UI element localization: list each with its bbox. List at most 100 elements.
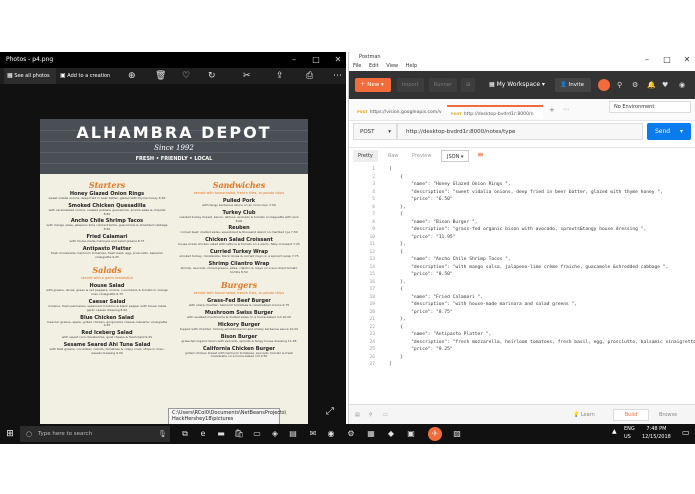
zoom-icon[interactable]: ⊕ — [128, 70, 136, 82]
3d-viewer-icon[interactable]: ◆ — [384, 427, 398, 441]
import-button[interactable]: Import — [397, 78, 424, 92]
share-icon[interactable]: ⇪ — [276, 70, 284, 82]
menu-item: Caesar Salad romaine, fresh parmesan, sea… — [46, 299, 168, 313]
menu-help[interactable]: Help — [406, 63, 417, 69]
menu-item-description: sweet vidalia onions, deep fried in beer… — [48, 196, 166, 200]
chrome-icon[interactable]: ◉ — [324, 427, 338, 441]
line-number: 11 — [369, 242, 375, 247]
code-line: "description": "with mango salsa, jalape… — [389, 264, 669, 270]
settings-icon[interactable]: ⚙ — [344, 427, 358, 441]
heart-icon[interactable]: ♥ — [662, 78, 668, 92]
sidebar-toggle-icon[interactable]: ▤ — [355, 410, 360, 420]
windows-start-icon[interactable]: ⊞ — [2, 426, 18, 442]
method-select[interactable]: POST ▾ — [353, 123, 397, 140]
restaurant-name: ALHAMBRA DEPOT — [76, 123, 272, 142]
code-line: "description": "sweet vidalia onions, de… — [389, 189, 663, 195]
favorite-icon[interactable]: ♡ — [182, 70, 190, 82]
code-line: "price": "8.75" — [389, 309, 453, 315]
fullscreen-icon[interactable]: ⤢ — [326, 406, 334, 417]
workspace-selector[interactable]: ▦ My Workspace ▾ — [489, 78, 545, 92]
close-icon[interactable]: ✕ — [330, 52, 346, 68]
add-tab-icon[interactable]: + — [549, 106, 555, 114]
request-url-bar: POST ▾ http://desktop-bvdrd1r:8000/notes… — [349, 121, 695, 147]
menu-item-description: with greens, olives, green & red peppers… — [46, 288, 168, 297]
language-indicator[interactable]: ENG US — [624, 425, 635, 441]
menu-item: Fried Calamari with house-made marinara a… — [46, 234, 168, 244]
file-explorer-icon[interactable]: ▬ — [214, 427, 228, 441]
edit-create-icon[interactable]: ✂ — [243, 70, 251, 82]
menu-section-subtitle: served with a garlic breadstick — [80, 276, 134, 281]
menu-item-description: with mango salsa, jalapeno-lime crème fr… — [46, 223, 168, 232]
learn-button[interactable]: 💡 Learn — [573, 410, 595, 420]
code-line: "price": "6.50" — [389, 197, 453, 202]
store-icon[interactable]: 🛍 — [232, 427, 246, 441]
microphone-icon[interactable]: 🎙 — [158, 426, 167, 442]
new-button[interactable]: ＋ New ▾ — [355, 78, 391, 92]
windows-taskbar: ⊞ ○ Type here to search 🎙 ⧉ e ▬ 🛍 ▭ ◈ ▤ … — [0, 424, 695, 444]
netbeans-icon[interactable]: ◈ — [268, 427, 282, 441]
format-select[interactable]: JSON ▾ — [441, 150, 470, 162]
tab-options-icon[interactable]: ⋯ — [563, 106, 569, 113]
task-view-icon[interactable]: ⧉ — [178, 427, 192, 441]
tab-raw[interactable]: Raw — [383, 150, 404, 162]
delete-icon[interactable]: 🗑 — [155, 70, 166, 82]
rotate-icon[interactable]: ↻ — [208, 70, 216, 82]
postman-app-icon[interactable]: ✈ — [428, 427, 442, 441]
environment-select[interactable]: No Environment — [609, 101, 691, 113]
photos-app-icon[interactable]: ▣ — [404, 427, 418, 441]
person-icon: 👤 — [560, 82, 569, 88]
browse-tab[interactable]: Browse — [659, 410, 677, 420]
folder-icon[interactable]: ▭ — [250, 427, 264, 441]
menu-item-description: with sautéed mushrooms & melted swiss on… — [187, 315, 291, 320]
settings-icon[interactable]: ⚙ — [632, 78, 638, 92]
tagline: FRESH • FRIENDLY • LOCAL — [135, 156, 213, 162]
menu-file[interactable]: File — [353, 63, 361, 69]
network-icon[interactable]: ▲ — [612, 428, 617, 435]
invite-button[interactable]: 👤 Invite — [555, 78, 591, 92]
url-input[interactable]: http://desktop-bvdrd1r:8000/notes/type — [397, 123, 643, 140]
line-number: 3 — [372, 182, 375, 187]
mail-icon[interactable]: ✉ — [306, 427, 320, 441]
line-number: 23 — [369, 332, 375, 337]
menu-item: Honey Glazed Onion Rings sweet vidalia on… — [46, 191, 168, 201]
photos-taskbar-icon[interactable]: ▨ — [450, 427, 464, 441]
notifications-icon[interactable]: 🔔 — [647, 78, 656, 92]
notepad-icon[interactable]: ▤ — [286, 427, 300, 441]
see-all-photos-button[interactable]: ▦ See all photos — [4, 68, 56, 84]
account-icon[interactable]: ◉ — [679, 78, 685, 92]
chevron-down-icon: ▾ — [680, 128, 684, 135]
menu-view[interactable]: View — [386, 63, 398, 69]
wrap-icon[interactable]: ≡ — [477, 150, 484, 159]
line-number: 21 — [369, 317, 375, 322]
code-line: [ — [389, 167, 392, 172]
code-line: } — [389, 354, 403, 360]
sync-icon[interactable] — [598, 79, 610, 91]
build-tab[interactable]: Build — [613, 409, 649, 421]
taskbar-search-input[interactable]: ○ Type here to search 🎙 — [20, 426, 170, 442]
clock[interactable]: 7:48 PM 12/15/2018 — [642, 425, 671, 441]
runner-button[interactable]: Runner — [429, 78, 457, 92]
console-icon[interactable]: ▭ — [383, 410, 388, 420]
line-number: 8 — [372, 219, 375, 225]
menu-item: Turkey Club roasted turkey breast, bacon,… — [178, 210, 300, 224]
calculator-icon[interactable]: ▦ — [364, 427, 378, 441]
send-button[interactable]: Send ▾ — [647, 123, 691, 140]
tab-pretty[interactable]: Pretty — [353, 150, 378, 162]
code-line: "price": "9.25" — [389, 347, 453, 352]
tab-request-2[interactable]: POST http://desktop-bvdrd1r:8000/n — [447, 105, 543, 119]
find-icon[interactable]: ⚲ — [369, 410, 373, 420]
minimize-icon[interactable]: – — [286, 52, 302, 68]
menu-edit[interactable]: Edit — [369, 63, 379, 69]
print-icon[interactable]: ⎙ — [306, 70, 313, 82]
add-to-creation-button[interactable]: ▣ Add to a creation — [60, 68, 110, 84]
maximize-icon[interactable]: □ — [308, 52, 324, 68]
edge-icon[interactable]: e — [196, 427, 210, 441]
menu-item-description: fresh mozzarella, heirloom tomatoes, fre… — [50, 250, 164, 259]
tab-preview[interactable]: Preview — [407, 150, 436, 162]
see-all-photos-label: See all photos — [14, 73, 50, 79]
new-window-button[interactable]: ⊞ — [461, 78, 476, 92]
interceptor-icon[interactable]: ⚲ — [617, 78, 622, 92]
more-icon[interactable]: ⋯ — [333, 70, 342, 82]
notification-center-icon[interactable]: ▭ — [682, 428, 690, 437]
tab-request-1[interactable]: POST https://vision.googleapis.com/v — [353, 105, 445, 119]
